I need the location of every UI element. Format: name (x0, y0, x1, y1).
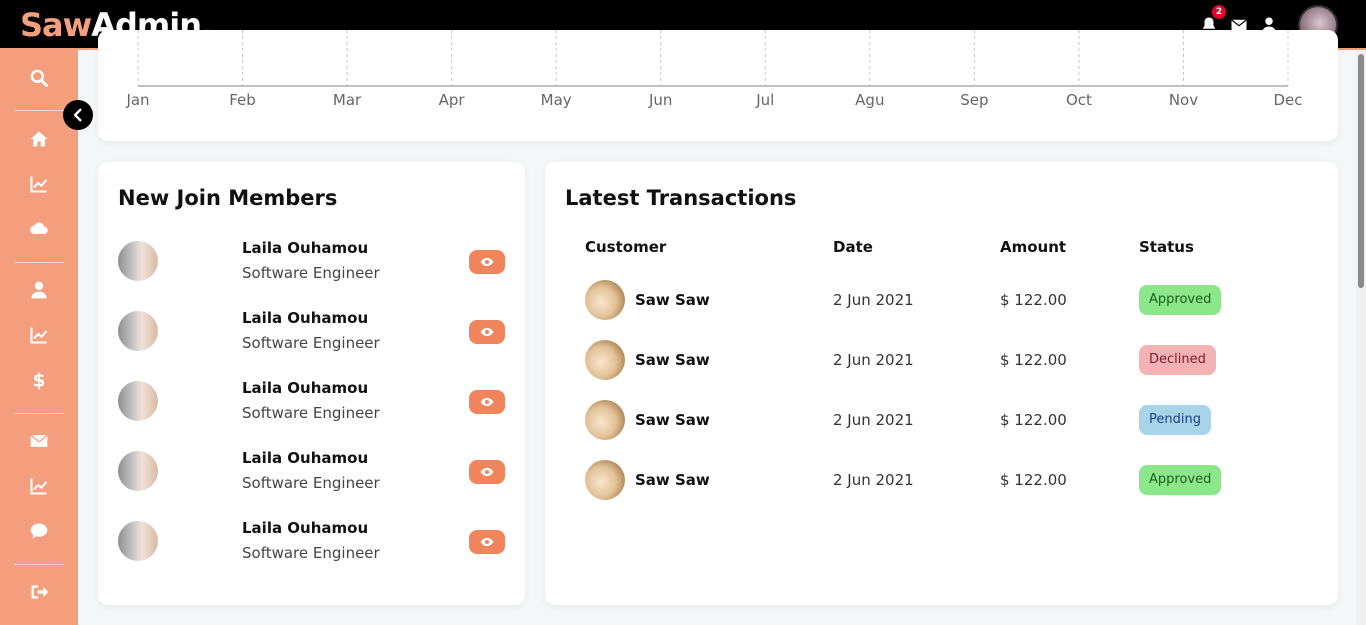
x-tick-label: Feb (229, 91, 256, 109)
status-badge: Approved (1139, 465, 1222, 495)
x-tick-label: Agu (855, 91, 885, 109)
list-item: Laila Ouhamou Software Engineer (118, 374, 508, 424)
list-item: Laila Ouhamou Software Engineer (118, 304, 508, 354)
envelope-icon[interactable] (0, 426, 78, 456)
transaction-amount: $ 122.00 (1000, 291, 1067, 309)
eye-icon (480, 257, 494, 267)
member-avatar (118, 521, 158, 561)
sidebar-divider (14, 262, 64, 263)
eye-icon (480, 537, 494, 547)
customer-avatar (585, 460, 625, 500)
member-role: Software Engineer (242, 544, 380, 562)
view-member-button[interactable] (469, 320, 505, 344)
sidebar-divider (14, 413, 64, 414)
svg-text:$: $ (33, 371, 46, 390)
page-scrollbar[interactable] (1356, 50, 1366, 625)
view-member-button[interactable] (469, 390, 505, 414)
member-role: Software Engineer (242, 404, 380, 422)
column-header-status: Status (1139, 238, 1194, 256)
x-tick-label: Mar (332, 91, 362, 109)
logout-icon[interactable] (0, 577, 78, 607)
scrollbar-thumb[interactable] (1358, 54, 1364, 288)
x-tick-label: Sep (960, 91, 989, 109)
chart-icon[interactable] (0, 471, 78, 501)
search-icon[interactable] (0, 63, 78, 93)
chat-icon[interactable] (0, 516, 78, 546)
status-badge: Pending (1139, 405, 1211, 435)
transaction-date: 2 Jun 2021 (833, 471, 914, 489)
view-member-button[interactable] (469, 530, 505, 554)
list-item: Laila Ouhamou Software Engineer (118, 234, 508, 284)
x-tick-label: Oct (1065, 91, 1092, 109)
table-row: Saw Saw 2 Jun 2021 $ 122.00 Declined (585, 340, 1305, 380)
column-header-customer: Customer (585, 238, 667, 256)
sidebar-collapse-button[interactable] (63, 100, 93, 130)
member-role: Software Engineer (242, 264, 380, 282)
chart-area (137, 30, 1289, 87)
transaction-date: 2 Jun 2021 (833, 411, 914, 429)
member-avatar (118, 311, 158, 351)
view-member-button[interactable] (469, 250, 505, 274)
member-avatar (118, 241, 158, 281)
table-row: Saw Saw 2 Jun 2021 $ 122.00 Pending (585, 400, 1305, 440)
chart-icon[interactable] (0, 169, 78, 199)
member-name: Laila Ouhamou (242, 379, 369, 397)
column-header-amount: Amount (1000, 238, 1067, 256)
table-row: Saw Saw 2 Jun 2021 $ 122.00 Approved (585, 280, 1305, 320)
customer-avatar (585, 400, 625, 440)
transactions-title: Latest Transactions (565, 186, 797, 210)
transaction-date: 2 Jun 2021 (833, 291, 914, 309)
list-item: Laila Ouhamou Software Engineer (118, 444, 508, 494)
sidebar-divider (14, 564, 64, 565)
x-tick-label: Nov (1168, 91, 1199, 109)
x-tick-label: May (540, 91, 572, 109)
member-name: Laila Ouhamou (242, 309, 369, 327)
member-name: Laila Ouhamou (242, 449, 369, 467)
transaction-amount: $ 122.00 (1000, 351, 1067, 369)
home-icon[interactable] (0, 124, 78, 154)
x-tick-label: Jul (756, 91, 775, 109)
customer-name: Saw Saw (635, 411, 710, 429)
notification-badge: 2 (1212, 5, 1226, 19)
view-member-button[interactable] (469, 460, 505, 484)
member-avatar (118, 451, 158, 491)
customer-name: Saw Saw (635, 351, 710, 369)
sales-chart-card: Jan Feb Mar Apr May Jun Jul Agu Sep Oct Nov Dec (98, 30, 1338, 141)
dollar-icon[interactable]: $ (0, 365, 78, 395)
x-tick-label: Apr (438, 91, 465, 109)
eye-icon (480, 467, 494, 477)
transaction-amount: $ 122.00 (1000, 411, 1067, 429)
customer-avatar (585, 280, 625, 320)
x-tick-label: Jan (126, 91, 150, 109)
transaction-amount: $ 122.00 (1000, 471, 1067, 489)
x-tick-label: Dec (1273, 91, 1303, 109)
member-name: Laila Ouhamou (242, 239, 369, 257)
x-tick-label: Jun (649, 91, 673, 109)
status-badge: Approved (1139, 285, 1222, 315)
chart-icon[interactable] (0, 320, 78, 350)
member-role: Software Engineer (242, 334, 380, 352)
member-name: Laila Ouhamou (242, 519, 369, 537)
transactions-card: Latest Transactions Customer Date Amount… (545, 162, 1338, 605)
member-avatar (118, 381, 158, 421)
list-item: Laila Ouhamou Software Engineer (118, 514, 508, 564)
column-header-date: Date (833, 238, 873, 256)
table-row: Saw Saw 2 Jun 2021 $ 122.00 Approved (585, 460, 1305, 500)
chevron-left-icon (73, 108, 82, 122)
sidebar-divider (14, 110, 64, 111)
customer-name: Saw Saw (635, 471, 710, 489)
customer-name: Saw Saw (635, 291, 710, 309)
transaction-date: 2 Jun 2021 (833, 351, 914, 369)
member-role: Software Engineer (242, 474, 380, 492)
sidebar: $ (0, 50, 78, 625)
brand-part-1: Saw (20, 6, 92, 44)
user-icon[interactable] (0, 275, 78, 305)
new-members-card: New Join Members Laila Ouhamou Software … (98, 162, 525, 605)
members-title: New Join Members (118, 186, 338, 210)
status-badge: Declined (1139, 345, 1216, 375)
customer-avatar (585, 340, 625, 380)
eye-icon (480, 327, 494, 337)
cloud-icon[interactable] (0, 214, 78, 244)
eye-icon (480, 397, 494, 407)
